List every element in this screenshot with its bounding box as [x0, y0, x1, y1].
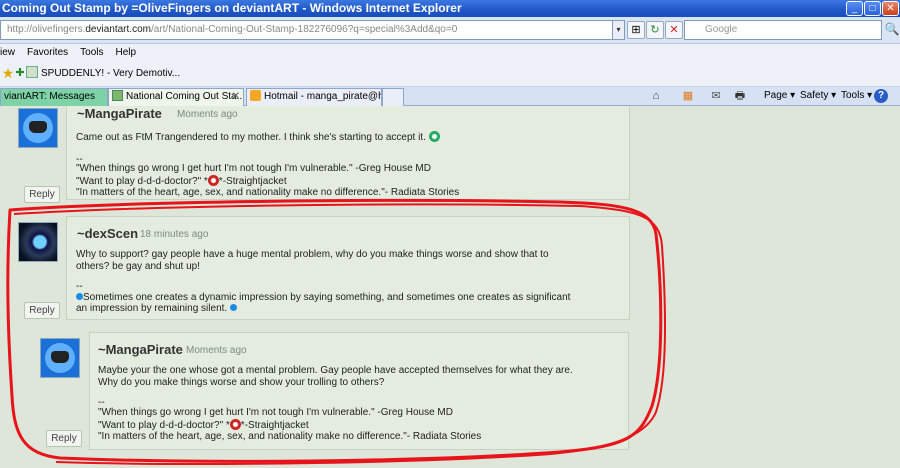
maximize-button[interactable]: □: [864, 1, 881, 16]
menu-bar: iew Favorites Tools Help: [0, 44, 900, 61]
tab-label: National Coming Out Sta...: [126, 91, 244, 102]
address-domain: deviantart.com: [85, 24, 151, 35]
menu-help[interactable]: Help: [116, 47, 137, 58]
favorite-link-label: SPUDDENLY! - Very Demotiv...: [41, 68, 181, 79]
close-window-button[interactable]: ✕: [882, 1, 899, 16]
address-dropdown-icon[interactable]: ▾: [613, 20, 625, 40]
help-icon[interactable]: ?: [874, 89, 888, 103]
refresh-icon[interactable]: ↻: [646, 21, 664, 39]
tab-label: Hotmail - manga_pirate@hot...: [264, 91, 382, 102]
favorite-link[interactable]: SPUDDENLY! - Very Demotiv...: [26, 66, 180, 82]
minimize-button[interactable]: _: [846, 1, 863, 16]
window-title: Coming Out Stamp by =OliveFingers on dev…: [2, 1, 462, 15]
page-content: ~MangaPirate Moments ago Came out as FtM…: [0, 106, 900, 468]
tab-hotmail[interactable]: Hotmail - manga_pirate@hot...: [246, 88, 382, 106]
page-icon: [26, 66, 38, 78]
page-menu[interactable]: Page ▾: [764, 89, 795, 103]
stop-icon[interactable]: ✕: [665, 21, 683, 39]
tab-bar: viantART: Messages National Coming Out S…: [0, 87, 900, 106]
hotmail-icon: [250, 90, 261, 101]
address-toolbar: http://olivefingers.deviantart.com/art/N…: [0, 17, 900, 44]
tab-coming-out-stamp[interactable]: National Coming Out Sta... ✕: [108, 88, 244, 106]
address-path: /art/National-Coming-Out-Stamp-182276096…: [150, 24, 458, 35]
tab-messages[interactable]: viantART: Messages: [0, 88, 108, 106]
deviantart-icon: [112, 90, 123, 101]
address-bar[interactable]: http://olivefingers.deviantart.com/art/N…: [0, 20, 613, 40]
menu-favorites[interactable]: Favorites: [27, 47, 68, 58]
search-icon[interactable]: 🔍: [884, 20, 900, 40]
compat-view-icon[interactable]: ⊞: [627, 21, 645, 39]
menu-tools[interactable]: Tools: [80, 47, 103, 58]
print-icon[interactable]: 🖶: [732, 89, 748, 103]
mail-icon[interactable]: ✉: [708, 89, 724, 103]
close-tab-icon[interactable]: ✕: [232, 89, 240, 105]
address-prefix: http://olivefingers.: [7, 24, 86, 35]
tab-label: viantART: Messages: [4, 91, 95, 102]
favorites-bar: ★ ✚ SPUDDENLY! - Very Demotiv...: [0, 61, 900, 87]
highlight-circle: [6, 198, 667, 465]
window-title-bar: Coming Out Stamp by =OliveFingers on dev…: [0, 0, 900, 17]
feeds-icon[interactable]: ▦: [680, 89, 696, 103]
tools-menu[interactable]: Tools ▾: [841, 89, 872, 103]
menu-view[interactable]: iew: [0, 47, 15, 58]
safety-menu[interactable]: Safety ▾: [800, 89, 836, 103]
search-input[interactable]: Google: [684, 20, 882, 40]
new-tab-button[interactable]: [382, 88, 404, 106]
home-icon[interactable]: ⌂: [648, 89, 664, 103]
